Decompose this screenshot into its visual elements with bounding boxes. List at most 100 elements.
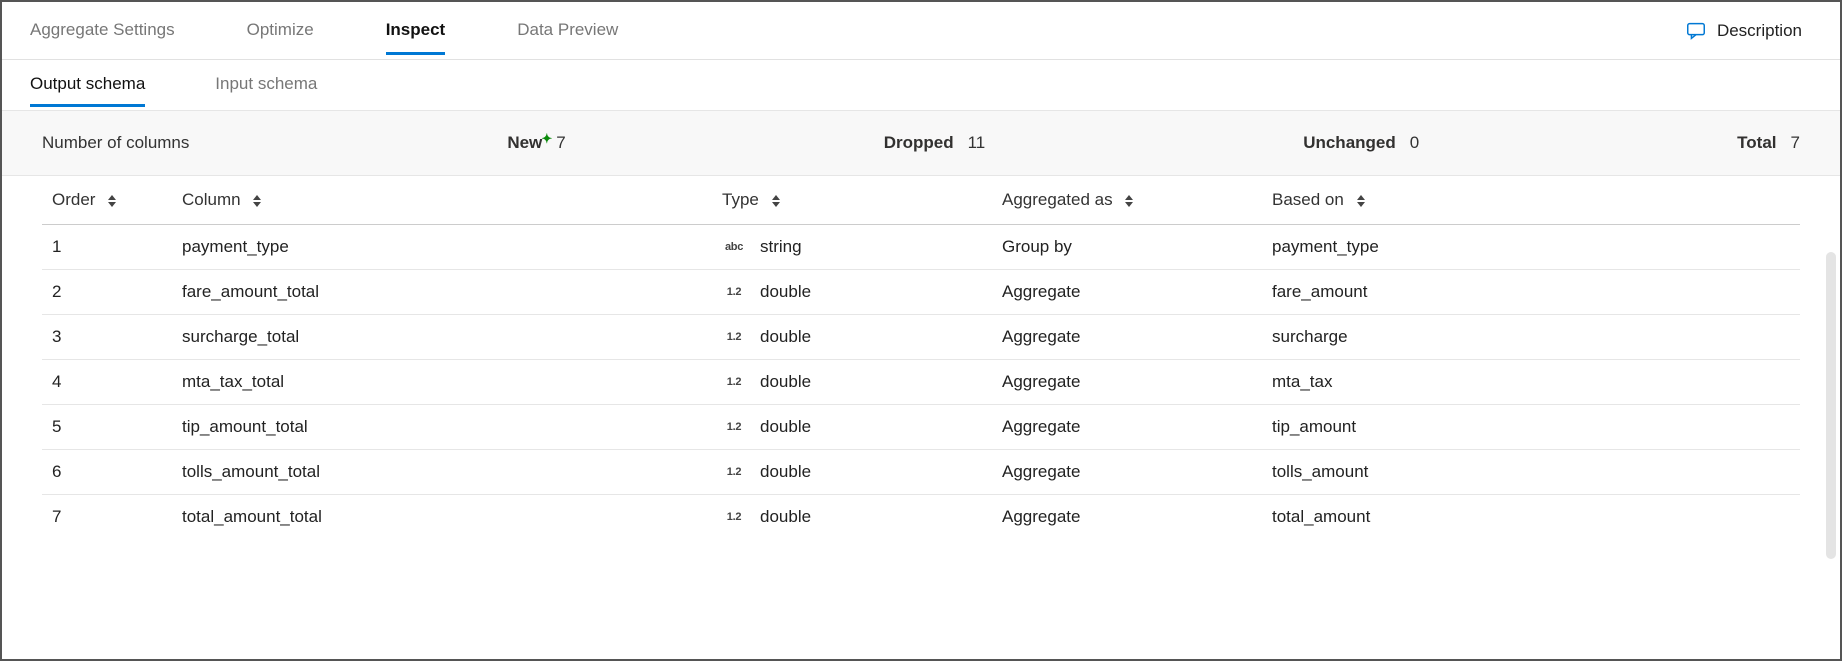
- tab-optimize[interactable]: Optimize: [247, 8, 314, 54]
- cell-order: 5: [42, 405, 172, 450]
- sort-icon: [1357, 195, 1365, 207]
- cell-based-on: payment_type: [1262, 225, 1800, 270]
- stat-new: New ✦ 7: [507, 133, 565, 153]
- cell-order: 4: [42, 360, 172, 405]
- cell-order: 1: [42, 225, 172, 270]
- table-row[interactable]: 2fare_amount_total1.2doubleAggregatefare…: [42, 270, 1800, 315]
- tab-label: Output schema: [30, 74, 145, 93]
- cell-based-on: mta_tax: [1262, 360, 1800, 405]
- cell-column: tolls_amount_total: [172, 450, 712, 495]
- table-row[interactable]: 4mta_tax_total 1.2 double Aggregatemta_tax: [42, 360, 1800, 405]
- cell-aggregated-as: Aggregate: [992, 450, 1262, 495]
- tab-label: Input schema: [215, 74, 317, 93]
- cell-column: total_amount_total: [172, 495, 712, 540]
- cell-column: mta_tax_total: [172, 360, 712, 405]
- table-row[interactable]: 3surcharge_total 1.2 double Aggregatesurcha…: [42, 315, 1800, 360]
- schema-table-wrap: Order Column Type Aggregated as: [2, 176, 1840, 659]
- cell-aggregated-as: Aggregate: [992, 405, 1262, 450]
- sort-icon: [1125, 195, 1133, 207]
- cell-type: 1.2 double: [712, 405, 992, 450]
- tab-label: Inspect: [386, 20, 446, 39]
- col-header-label: Column: [182, 190, 241, 209]
- cell-aggregated-as: Aggregate: [992, 315, 1262, 360]
- cell-based-on: surcharge: [1262, 315, 1800, 360]
- cell-aggregated-as: Aggregate: [992, 495, 1262, 540]
- col-header-type[interactable]: Type: [712, 176, 992, 225]
- tab-label: Data Preview: [517, 20, 618, 39]
- comment-icon: [1685, 20, 1707, 42]
- type-name: double: [760, 327, 811, 347]
- tab-label: Optimize: [247, 20, 314, 39]
- tab-label: Aggregate Settings: [30, 20, 175, 39]
- type-name: double: [760, 417, 811, 437]
- cell-aggregated-as: Aggregate: [992, 360, 1262, 405]
- tab-inspect[interactable]: Inspect: [386, 8, 446, 54]
- cell-aggregated-as: Group by: [992, 225, 1262, 270]
- type-name: double: [760, 372, 811, 392]
- table-header-row: Order Column Type Aggregated as: [42, 176, 1800, 225]
- stat-unchanged-label: Unchanged: [1303, 133, 1396, 153]
- double-type-icon: 1.2: [722, 376, 746, 388]
- col-header-aggregated-as[interactable]: Aggregated as: [992, 176, 1262, 225]
- stats-title: Number of columns: [42, 133, 189, 153]
- sort-icon: [253, 195, 261, 207]
- table-row[interactable]: 1payment_typeabcstringGroup bypayment_ty…: [42, 225, 1800, 270]
- scrollbar[interactable]: [1826, 252, 1836, 559]
- stat-new-key: New ✦: [507, 133, 542, 153]
- table-row[interactable]: 7total_amount_total 1.2 double Aggregatetot…: [42, 495, 1800, 540]
- string-type-icon: abc: [722, 241, 746, 253]
- double-type-icon: 1.2: [722, 331, 746, 343]
- col-header-label: Order: [52, 190, 95, 209]
- sort-icon: [772, 195, 780, 207]
- stat-total: Total 7: [1737, 133, 1800, 153]
- double-type-icon: 1.2: [722, 421, 746, 433]
- cell-type: 1.2 double: [712, 360, 992, 405]
- type-name: double: [760, 462, 811, 482]
- cell-type: 1.2 double: [712, 495, 992, 540]
- cell-column: fare_amount_total: [172, 270, 712, 315]
- type-name: double: [760, 282, 811, 302]
- stat-dropped-value: 11: [968, 133, 986, 153]
- col-header-label: Based on: [1272, 190, 1344, 209]
- cell-based-on: fare_amount: [1262, 270, 1800, 315]
- table-row[interactable]: 6tolls_amount_total1.2doubleAggregatetol…: [42, 450, 1800, 495]
- double-type-icon: 1.2: [722, 286, 746, 298]
- table-row[interactable]: 5tip_amount_total1.2doubleAggregatetip_a…: [42, 405, 1800, 450]
- tabs-primary: Aggregate Settings Optimize Inspect Data…: [2, 2, 1840, 60]
- sort-icon: [108, 195, 116, 207]
- tab-output-schema[interactable]: Output schema: [30, 64, 145, 106]
- cell-based-on: total_amount: [1262, 495, 1800, 540]
- stat-total-value: 7: [1791, 133, 1800, 153]
- double-type-icon: 1.2: [722, 466, 746, 478]
- col-header-order[interactable]: Order: [42, 176, 172, 225]
- col-header-label: Aggregated as: [1002, 190, 1113, 209]
- description-label: Description: [1717, 21, 1802, 41]
- cell-based-on: tip_amount: [1262, 405, 1800, 450]
- tabs-secondary: Output schema Input schema: [2, 60, 1840, 110]
- tab-data-preview[interactable]: Data Preview: [517, 8, 618, 54]
- tab-aggregate-settings[interactable]: Aggregate Settings: [30, 8, 175, 54]
- type-name: string: [760, 237, 802, 257]
- double-type-icon: 1.2: [722, 511, 746, 523]
- plus-icon: ✦: [541, 131, 552, 147]
- col-header-based-on[interactable]: Based on: [1262, 176, 1800, 225]
- stat-new-value: 7: [556, 133, 565, 153]
- type-name: double: [760, 507, 811, 527]
- stat-unchanged: Unchanged 0: [1303, 133, 1419, 153]
- description-button[interactable]: Description: [1685, 20, 1812, 42]
- stat-dropped: Dropped 11: [884, 133, 986, 153]
- cell-column: surcharge_total: [172, 315, 712, 360]
- stat-dropped-label: Dropped: [884, 133, 954, 153]
- cell-order: 7: [42, 495, 172, 540]
- cell-type: 1.2 double: [712, 450, 992, 495]
- cell-order: 3: [42, 315, 172, 360]
- cell-type: 1.2 double: [712, 270, 992, 315]
- stats-bar: Number of columns New ✦ 7 Dropped 11 Unc…: [2, 110, 1840, 176]
- col-header-column[interactable]: Column: [172, 176, 712, 225]
- cell-type: abc string: [712, 225, 992, 270]
- col-header-label: Type: [722, 190, 759, 209]
- tab-input-schema[interactable]: Input schema: [215, 64, 317, 106]
- cell-order: 2: [42, 270, 172, 315]
- cell-column: payment_type: [172, 225, 712, 270]
- cell-order: 6: [42, 450, 172, 495]
